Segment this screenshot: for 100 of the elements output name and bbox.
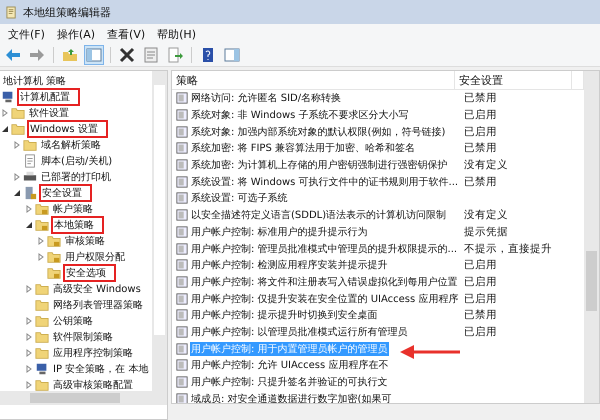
policy-icon [176, 126, 188, 138]
collapsed-arrow-icon[interactable] [13, 141, 21, 149]
computer-icon [35, 362, 49, 376]
tree-item[interactable]: 帐户策略 [51, 201, 95, 217]
folder-icon [35, 346, 49, 360]
tree-item[interactable]: 安全选项 [63, 264, 116, 282]
show-tree-button[interactable] [84, 45, 104, 65]
tree-item[interactable]: 软件设置 [27, 105, 71, 121]
policy-name[interactable]: 用户帐户控制: 只提升签名并验证的可执行文 [190, 375, 458, 390]
policy-name[interactable]: 系统对象: 加强内部系统对象的默认权限(例如，符号链接) [190, 124, 458, 139]
panel-icon [224, 47, 240, 63]
policy-name[interactable]: 用户帐户控制: 仅提升安装在安全位置的 UIAccess 应用程序 [190, 292, 458, 306]
policy-icon [176, 109, 188, 122]
expanded-arrow-icon[interactable] [25, 221, 33, 229]
delete-button[interactable] [117, 45, 137, 65]
back-arrow-icon [5, 47, 21, 63]
collapsed-arrow-icon[interactable] [25, 381, 33, 389]
tree-item[interactable]: 域名解析策略 [39, 137, 103, 153]
policy-icon [176, 209, 188, 222]
policy-name[interactable]: 系统加密: 将 FIPS 兼容算法用于加密、哈希和签名 [190, 141, 458, 156]
tree-item[interactable]: 计算机配置 [17, 88, 80, 106]
column-header[interactable]: 安全设置 [455, 71, 572, 89]
policy-name[interactable]: 用户帐户控制: 将文件和注册表写入错误虚拟化到每用户位置 [190, 274, 458, 289]
tree-item[interactable]: 公钥策略 [51, 313, 95, 329]
policy-icon [176, 326, 188, 338]
tree-item[interactable]: 脚本(启动/关机) [39, 153, 114, 169]
tree-item[interactable]: 网络列表管理器策略 [51, 297, 145, 313]
policy-name[interactable]: 系统加密: 为计算机上存储的用户密钥强制进行强密钥保护 [190, 158, 458, 172]
policy-name[interactable]: 系统对象: 非 Windows 子系统不要求区分大小写 [190, 108, 458, 122]
policy-name[interactable]: 系统设置: 将 Windows 可执行文件中的证书规则用于软件... [190, 174, 458, 189]
menu-item[interactable]: 帮助(H) [157, 26, 196, 42]
security-setting: 已启用 [463, 324, 497, 339]
policy-name[interactable]: 系统设置: 可选子系统 [190, 191, 458, 206]
forward-arrow-icon [29, 47, 45, 63]
collapsed-arrow-icon[interactable] [37, 253, 45, 261]
computer-icon [1, 90, 15, 104]
folder-icon [11, 106, 25, 120]
tree-item[interactable]: 用户权限分配 [63, 249, 127, 265]
tree-item[interactable]: 已部署的打印机 [39, 169, 113, 185]
policy-icon [176, 376, 188, 388]
policy-icon [176, 192, 188, 204]
security-setting: 已启用 [463, 108, 497, 122]
folder-up-icon [62, 47, 78, 63]
tree-item[interactable]: 应用程序控制策略 [51, 345, 135, 361]
tree-item[interactable]: 安全设置 [39, 184, 92, 202]
menu-item[interactable]: 操作(A) [56, 26, 96, 42]
security-setting: 已启用 [463, 258, 497, 272]
panel-icon [86, 47, 102, 63]
policy-icon [176, 242, 188, 255]
collapsed-arrow-icon[interactable] [25, 317, 33, 325]
policy-name[interactable]: 用户帐户控制: 允许 UIAccess 应用程序在不 [190, 358, 458, 372]
delete-icon [119, 47, 135, 63]
tree-item[interactable]: 审核策略 [63, 233, 107, 249]
policy-icon [176, 392, 188, 403]
document-icon [23, 154, 37, 168]
tree-item[interactable]: IP 安全策略，在 本地 [51, 361, 150, 377]
folder-icon [35, 330, 49, 344]
tree-item[interactable]: 高级安全 Windows [51, 281, 143, 297]
scrollbar[interactable] [584, 71, 599, 403]
collapsed-arrow-icon[interactable] [13, 173, 21, 181]
policy-name[interactable]: 用户帐户控制: 标准用户的提升提示行为 [190, 224, 458, 239]
tree-item[interactable]: Windows 设置 [27, 120, 108, 138]
collapsed-arrow-icon[interactable] [37, 237, 45, 245]
expanded-arrow-icon[interactable] [13, 189, 21, 197]
collapsed-arrow-icon[interactable] [25, 365, 33, 373]
collapsed-arrow-icon[interactable] [25, 205, 33, 213]
policy-name[interactable]: 用户帐户控制: 检测应用程序安装并提示提升 [190, 258, 458, 272]
security-setting: 已禁用 [463, 174, 497, 189]
collapsed-arrow-icon[interactable] [25, 333, 33, 341]
annotation-arrow [400, 345, 460, 359]
tree-item[interactable]: 软件限制策略 [51, 329, 115, 345]
security-setting: 已启用 [463, 124, 497, 139]
tree-item[interactable]: 本地策略 [51, 216, 104, 234]
collapsed-arrow-icon[interactable] [25, 349, 33, 357]
security-setting: 提示凭据 [463, 224, 508, 239]
folder-lock-icon [47, 250, 61, 264]
collapsed-arrow-icon[interactable] [1, 109, 9, 117]
help-icon [200, 47, 216, 63]
policy-name[interactable]: 用户帐户控制: 以管理员批准模式运行所有管理员 [190, 324, 458, 339]
policy-name[interactable]: 网络访问: 允许匿名 SID/名称转换 [190, 91, 458, 106]
scrollbar[interactable] [0, 391, 167, 405]
policy-name[interactable]: 用户帐户控制: 提示提升时切换到安全桌面 [190, 308, 458, 322]
policy-icon [176, 276, 188, 288]
security-setting: 已禁用 [463, 141, 497, 156]
menu-item[interactable]: 查看(V) [107, 26, 146, 42]
column-header[interactable]: 策略 [172, 71, 455, 89]
security-setting: 没有定义 [463, 158, 508, 172]
policy-name[interactable]: 域成员: 对安全通道数据进行数字加密(如果可 [190, 392, 458, 403]
folder-icon [35, 282, 49, 296]
menu-item[interactable]: 文件(F) [8, 26, 45, 42]
policy-icon [176, 359, 188, 372]
policy-icon [176, 292, 188, 305]
policy-icon [176, 259, 188, 272]
collapsed-arrow-icon[interactable] [25, 285, 33, 293]
tree-item[interactable]: 高级审核策略配置 [51, 377, 135, 391]
expanded-arrow-icon[interactable] [1, 125, 9, 133]
tree-item[interactable]: 地计算机 策略 [1, 73, 68, 89]
policy-name[interactable]: 用户帐户控制: 管理员批准模式中管理员的提升权限提示的... [190, 242, 458, 256]
scrollbar[interactable] [152, 71, 167, 391]
policy-name[interactable]: 以安全描述符定义语言(SDDL)语法表示的计算机访问限制 [190, 208, 458, 222]
